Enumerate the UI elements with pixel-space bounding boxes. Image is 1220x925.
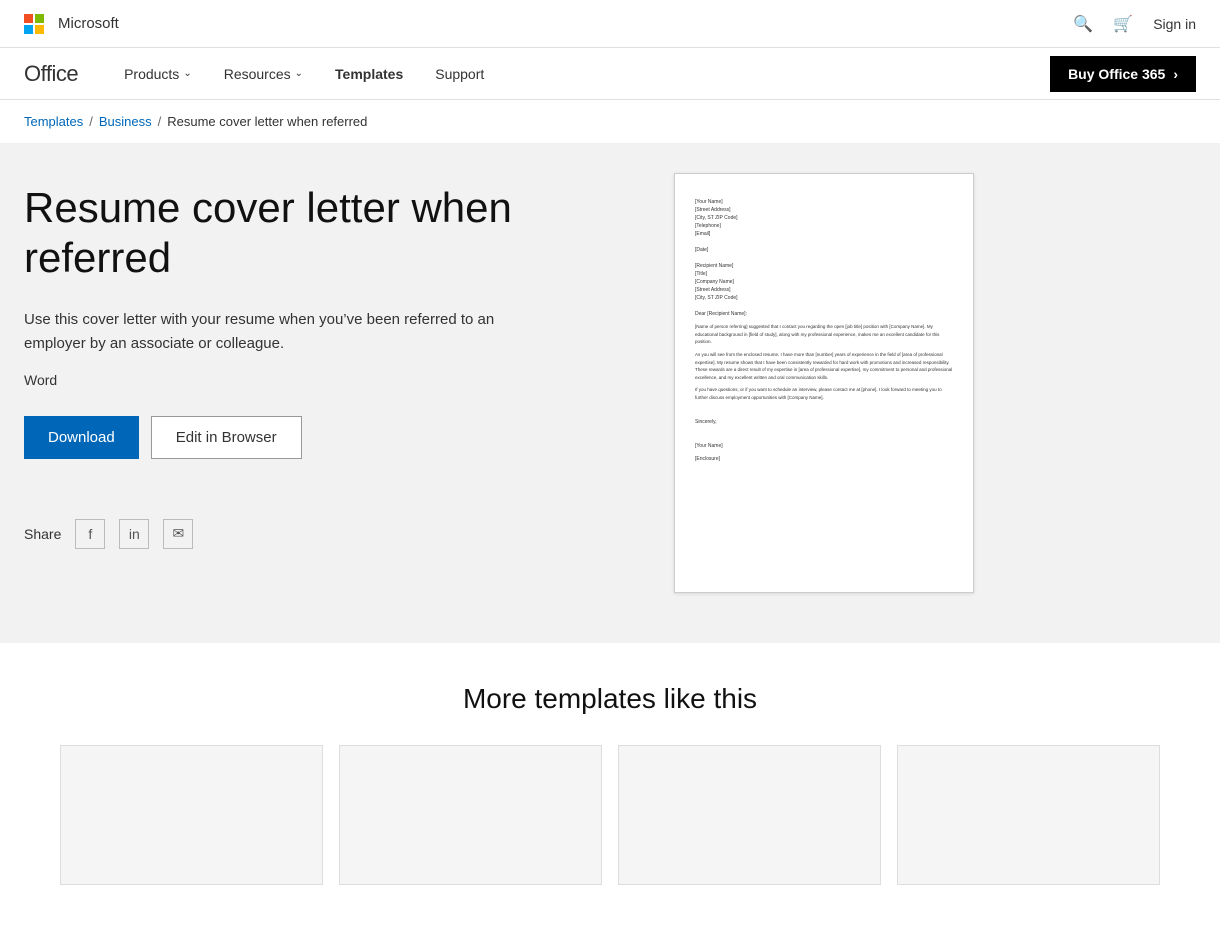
doc-recipient-address: [Street Address] bbox=[695, 286, 953, 294]
logo-area: Microsoft bbox=[24, 14, 119, 34]
nav-support-label: Support bbox=[435, 66, 484, 82]
doc-closing: Sincerely, bbox=[695, 418, 953, 426]
breadcrumb-current: Resume cover letter when referred bbox=[167, 114, 367, 129]
doc-recipient-name: [Recipient Name] bbox=[695, 262, 953, 270]
doc-email-line: [Email] bbox=[695, 230, 953, 238]
doc-paragraph-3: If you have questions, or if you want to… bbox=[695, 386, 953, 401]
action-buttons: Download Edit in Browser bbox=[24, 416, 624, 459]
more-templates-title: More templates like this bbox=[24, 683, 1196, 715]
breadcrumb-templates-link[interactable]: Templates bbox=[24, 114, 83, 129]
template-card-3[interactable] bbox=[618, 745, 881, 885]
nav-templates-label: Templates bbox=[335, 66, 403, 82]
template-card-2[interactable] bbox=[339, 745, 602, 885]
sign-in-button[interactable]: Sign in bbox=[1153, 16, 1196, 32]
doc-spacer-1 bbox=[695, 238, 953, 246]
more-templates-section: More templates like this bbox=[0, 643, 1220, 925]
logo-green bbox=[35, 14, 44, 23]
logo-yellow bbox=[35, 25, 44, 34]
template-title: Resume cover letter when referred bbox=[24, 183, 624, 284]
doc-paragraph-1: [Name of person referring] suggested tha… bbox=[695, 323, 953, 346]
doc-recipient-city: [City, ST ZIP Code] bbox=[695, 294, 953, 302]
logo-blue bbox=[24, 25, 33, 34]
template-type: Word bbox=[24, 372, 624, 388]
templates-grid bbox=[60, 745, 1160, 885]
doc-address-line: [Street Address] bbox=[695, 206, 953, 214]
doc-company-name: [Company Name] bbox=[695, 278, 953, 286]
doc-signer-name: [Your Name] bbox=[695, 442, 953, 450]
doc-greeting: Dear [Recipient Name]: bbox=[695, 310, 953, 318]
facebook-share-button[interactable]: f bbox=[75, 519, 105, 549]
email-icon: ✉ bbox=[172, 525, 184, 542]
nav-resources[interactable]: Resources ⌄ bbox=[210, 48, 317, 100]
main-content: Resume cover letter when referred Use th… bbox=[0, 143, 1220, 643]
right-panel: [Your Name] [Street Address] [City, ST Z… bbox=[664, 163, 984, 603]
buy-office-label: Buy Office 365 bbox=[1068, 66, 1165, 82]
share-label: Share bbox=[24, 526, 61, 542]
download-button[interactable]: Download bbox=[24, 416, 139, 459]
resources-chevron-icon: ⌄ bbox=[295, 68, 303, 79]
facebook-icon: f bbox=[88, 526, 92, 542]
breadcrumb-business-link[interactable]: Business bbox=[99, 114, 152, 129]
microsoft-wordmark: Microsoft bbox=[58, 15, 119, 32]
nav-products[interactable]: Products ⌄ bbox=[110, 48, 206, 100]
breadcrumb-sep2: / bbox=[158, 114, 162, 129]
linkedin-icon: in bbox=[129, 526, 140, 542]
doc-spacer-3 bbox=[695, 302, 953, 310]
doc-spacer-8 bbox=[695, 426, 953, 442]
doc-paragraph-2: As you will see from the enclosed resume… bbox=[695, 351, 953, 382]
buy-office-button[interactable]: Buy Office 365 › bbox=[1050, 56, 1196, 92]
top-bar-right: 🔍 🛒 Sign in bbox=[1073, 14, 1196, 34]
nav-resources-label: Resources bbox=[224, 66, 291, 82]
linkedin-share-button[interactable]: in bbox=[119, 519, 149, 549]
doc-name-line: [Your Name] bbox=[695, 198, 953, 206]
breadcrumb-sep1: / bbox=[89, 114, 93, 129]
doc-recipient-title: [Title] bbox=[695, 270, 953, 278]
template-description: Use this cover letter with your resume w… bbox=[24, 308, 504, 356]
top-bar: Microsoft 🔍 🛒 Sign in bbox=[0, 0, 1220, 48]
buy-arrow-icon: › bbox=[1173, 66, 1178, 82]
breadcrumb: Templates / Business / Resume cover lett… bbox=[0, 100, 1220, 143]
logo-red bbox=[24, 14, 33, 23]
nav-support[interactable]: Support bbox=[421, 48, 498, 100]
doc-spacer-7 bbox=[695, 402, 953, 418]
ms-logo bbox=[24, 14, 44, 34]
nav-bar: Office Products ⌄ Resources ⌄ Templates … bbox=[0, 48, 1220, 100]
nav-office-label[interactable]: Office bbox=[24, 61, 78, 87]
doc-date-line: [Date] bbox=[695, 246, 953, 254]
cart-icon[interactable]: 🛒 bbox=[1113, 14, 1133, 34]
nav-items: Products ⌄ Resources ⌄ Templates Support bbox=[110, 48, 1050, 100]
template-card-1[interactable] bbox=[60, 745, 323, 885]
ms-logo-grid bbox=[24, 14, 44, 34]
doc-telephone-line: [Telephone] bbox=[695, 222, 953, 230]
email-share-button[interactable]: ✉ bbox=[163, 519, 193, 549]
doc-spacer-2 bbox=[695, 254, 953, 262]
nav-products-label: Products bbox=[124, 66, 179, 82]
nav-templates[interactable]: Templates bbox=[321, 48, 417, 100]
search-icon[interactable]: 🔍 bbox=[1073, 14, 1093, 34]
share-row: Share f in ✉ bbox=[24, 519, 624, 549]
document-preview: [Your Name] [Street Address] [City, ST Z… bbox=[674, 173, 974, 593]
products-chevron-icon: ⌄ bbox=[183, 68, 191, 79]
template-card-4[interactable] bbox=[897, 745, 1160, 885]
doc-city-line: [City, ST ZIP Code] bbox=[695, 214, 953, 222]
left-panel: Resume cover letter when referred Use th… bbox=[24, 163, 624, 603]
doc-enclosure: [Enclosure] bbox=[695, 455, 953, 463]
edit-in-browser-button[interactable]: Edit in Browser bbox=[151, 416, 302, 459]
